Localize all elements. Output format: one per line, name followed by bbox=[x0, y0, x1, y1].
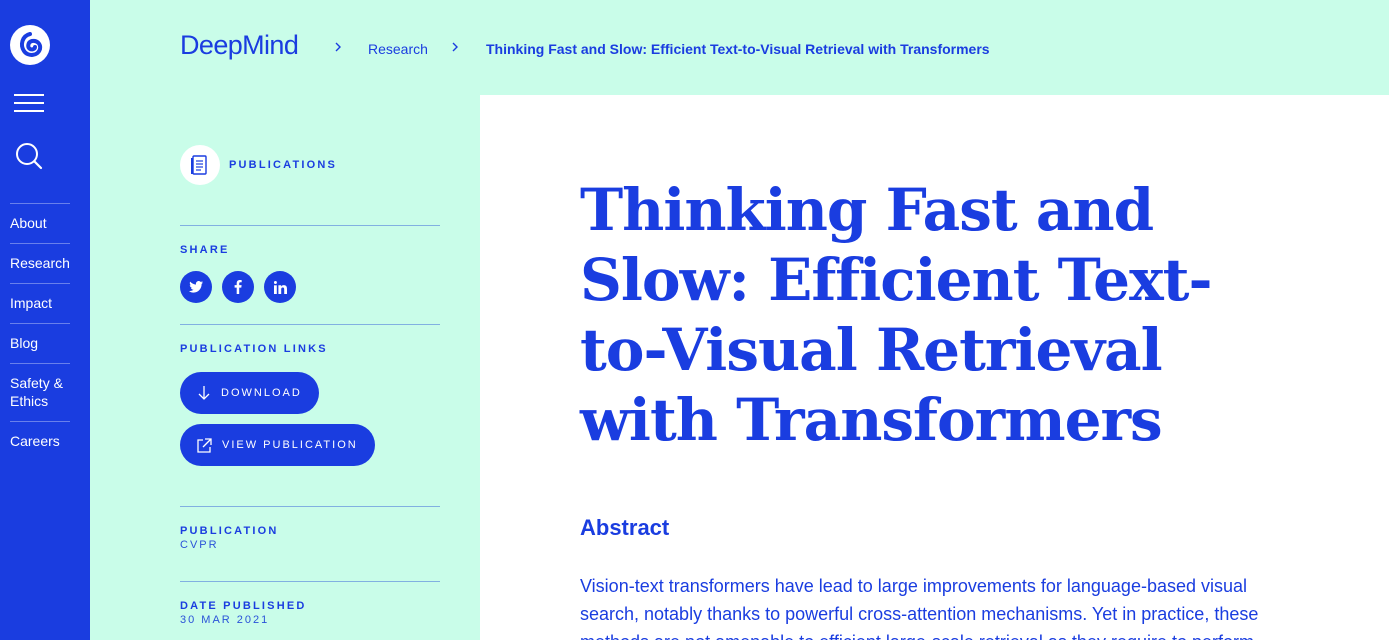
date-published-label: DATE PUBLISHED bbox=[180, 600, 307, 612]
divider bbox=[180, 581, 440, 582]
date-published-value: 30 MAR 2021 bbox=[180, 614, 270, 626]
abstract-text: Vision-text transformers have lead to la… bbox=[580, 576, 1259, 640]
divider bbox=[180, 225, 440, 226]
brand-wordmark[interactable]: DeepMind bbox=[180, 30, 299, 61]
publications-badge[interactable]: PUBLICATIONS bbox=[180, 145, 440, 185]
view-publication-button[interactable]: VIEW PUBLICATION bbox=[180, 424, 375, 466]
chevron-right-icon bbox=[452, 42, 458, 52]
chevron-right-icon bbox=[335, 42, 341, 52]
share-label: SHARE bbox=[180, 244, 230, 256]
nav-item-research[interactable]: Research bbox=[10, 243, 70, 283]
view-row: VIEW PUBLICATION bbox=[180, 424, 440, 466]
search-icon[interactable] bbox=[15, 142, 43, 170]
document-icon bbox=[180, 145, 220, 185]
nav-item-about[interactable]: About bbox=[10, 203, 70, 243]
download-label: DOWNLOAD bbox=[221, 387, 302, 399]
publication-links-label: PUBLICATION LINKS bbox=[180, 343, 328, 355]
publication-sidebar: PUBLICATIONS SHARE PUBLICATION LINKS DOW… bbox=[180, 145, 440, 626]
download-row: DOWNLOAD bbox=[180, 372, 440, 414]
nav-item-safety-ethics[interactable]: Safety & Ethics bbox=[10, 363, 70, 421]
facebook-icon[interactable] bbox=[222, 271, 254, 303]
side-rail: About Research Impact Blog Safety & Ethi… bbox=[0, 0, 90, 640]
divider bbox=[180, 324, 440, 325]
nav-item-careers[interactable]: Careers bbox=[10, 421, 70, 461]
share-buttons bbox=[180, 271, 440, 303]
deepmind-logo-icon[interactable] bbox=[10, 25, 50, 65]
hamburger-menu-icon[interactable] bbox=[14, 94, 44, 114]
breadcrumb-current: Thinking Fast and Slow: Efficient Text-t… bbox=[486, 41, 990, 57]
publication-value: CVPR bbox=[180, 539, 219, 551]
view-publication-label: VIEW PUBLICATION bbox=[222, 439, 358, 451]
publications-label: PUBLICATIONS bbox=[229, 159, 338, 171]
abstract-heading: Abstract bbox=[580, 515, 670, 540]
page-title: Thinking Fast and Slow: Efficient Text-t… bbox=[580, 176, 1213, 454]
main-content: Thinking Fast and Slow: Efficient Text-t… bbox=[480, 95, 1389, 640]
nav-item-impact[interactable]: Impact bbox=[10, 283, 70, 323]
side-nav: About Research Impact Blog Safety & Ethi… bbox=[10, 203, 70, 461]
breadcrumb-research[interactable]: Research bbox=[368, 41, 428, 57]
publication-label: PUBLICATION bbox=[180, 525, 279, 537]
external-link-icon bbox=[197, 437, 212, 453]
download-arrow-icon bbox=[198, 386, 210, 400]
linkedin-icon[interactable] bbox=[264, 271, 296, 303]
nav-item-blog[interactable]: Blog bbox=[10, 323, 70, 363]
divider bbox=[180, 506, 440, 507]
twitter-icon[interactable] bbox=[180, 271, 212, 303]
top-bar: DeepMind Research Thinking Fast and Slow… bbox=[90, 0, 1389, 95]
download-button[interactable]: DOWNLOAD bbox=[180, 372, 319, 414]
